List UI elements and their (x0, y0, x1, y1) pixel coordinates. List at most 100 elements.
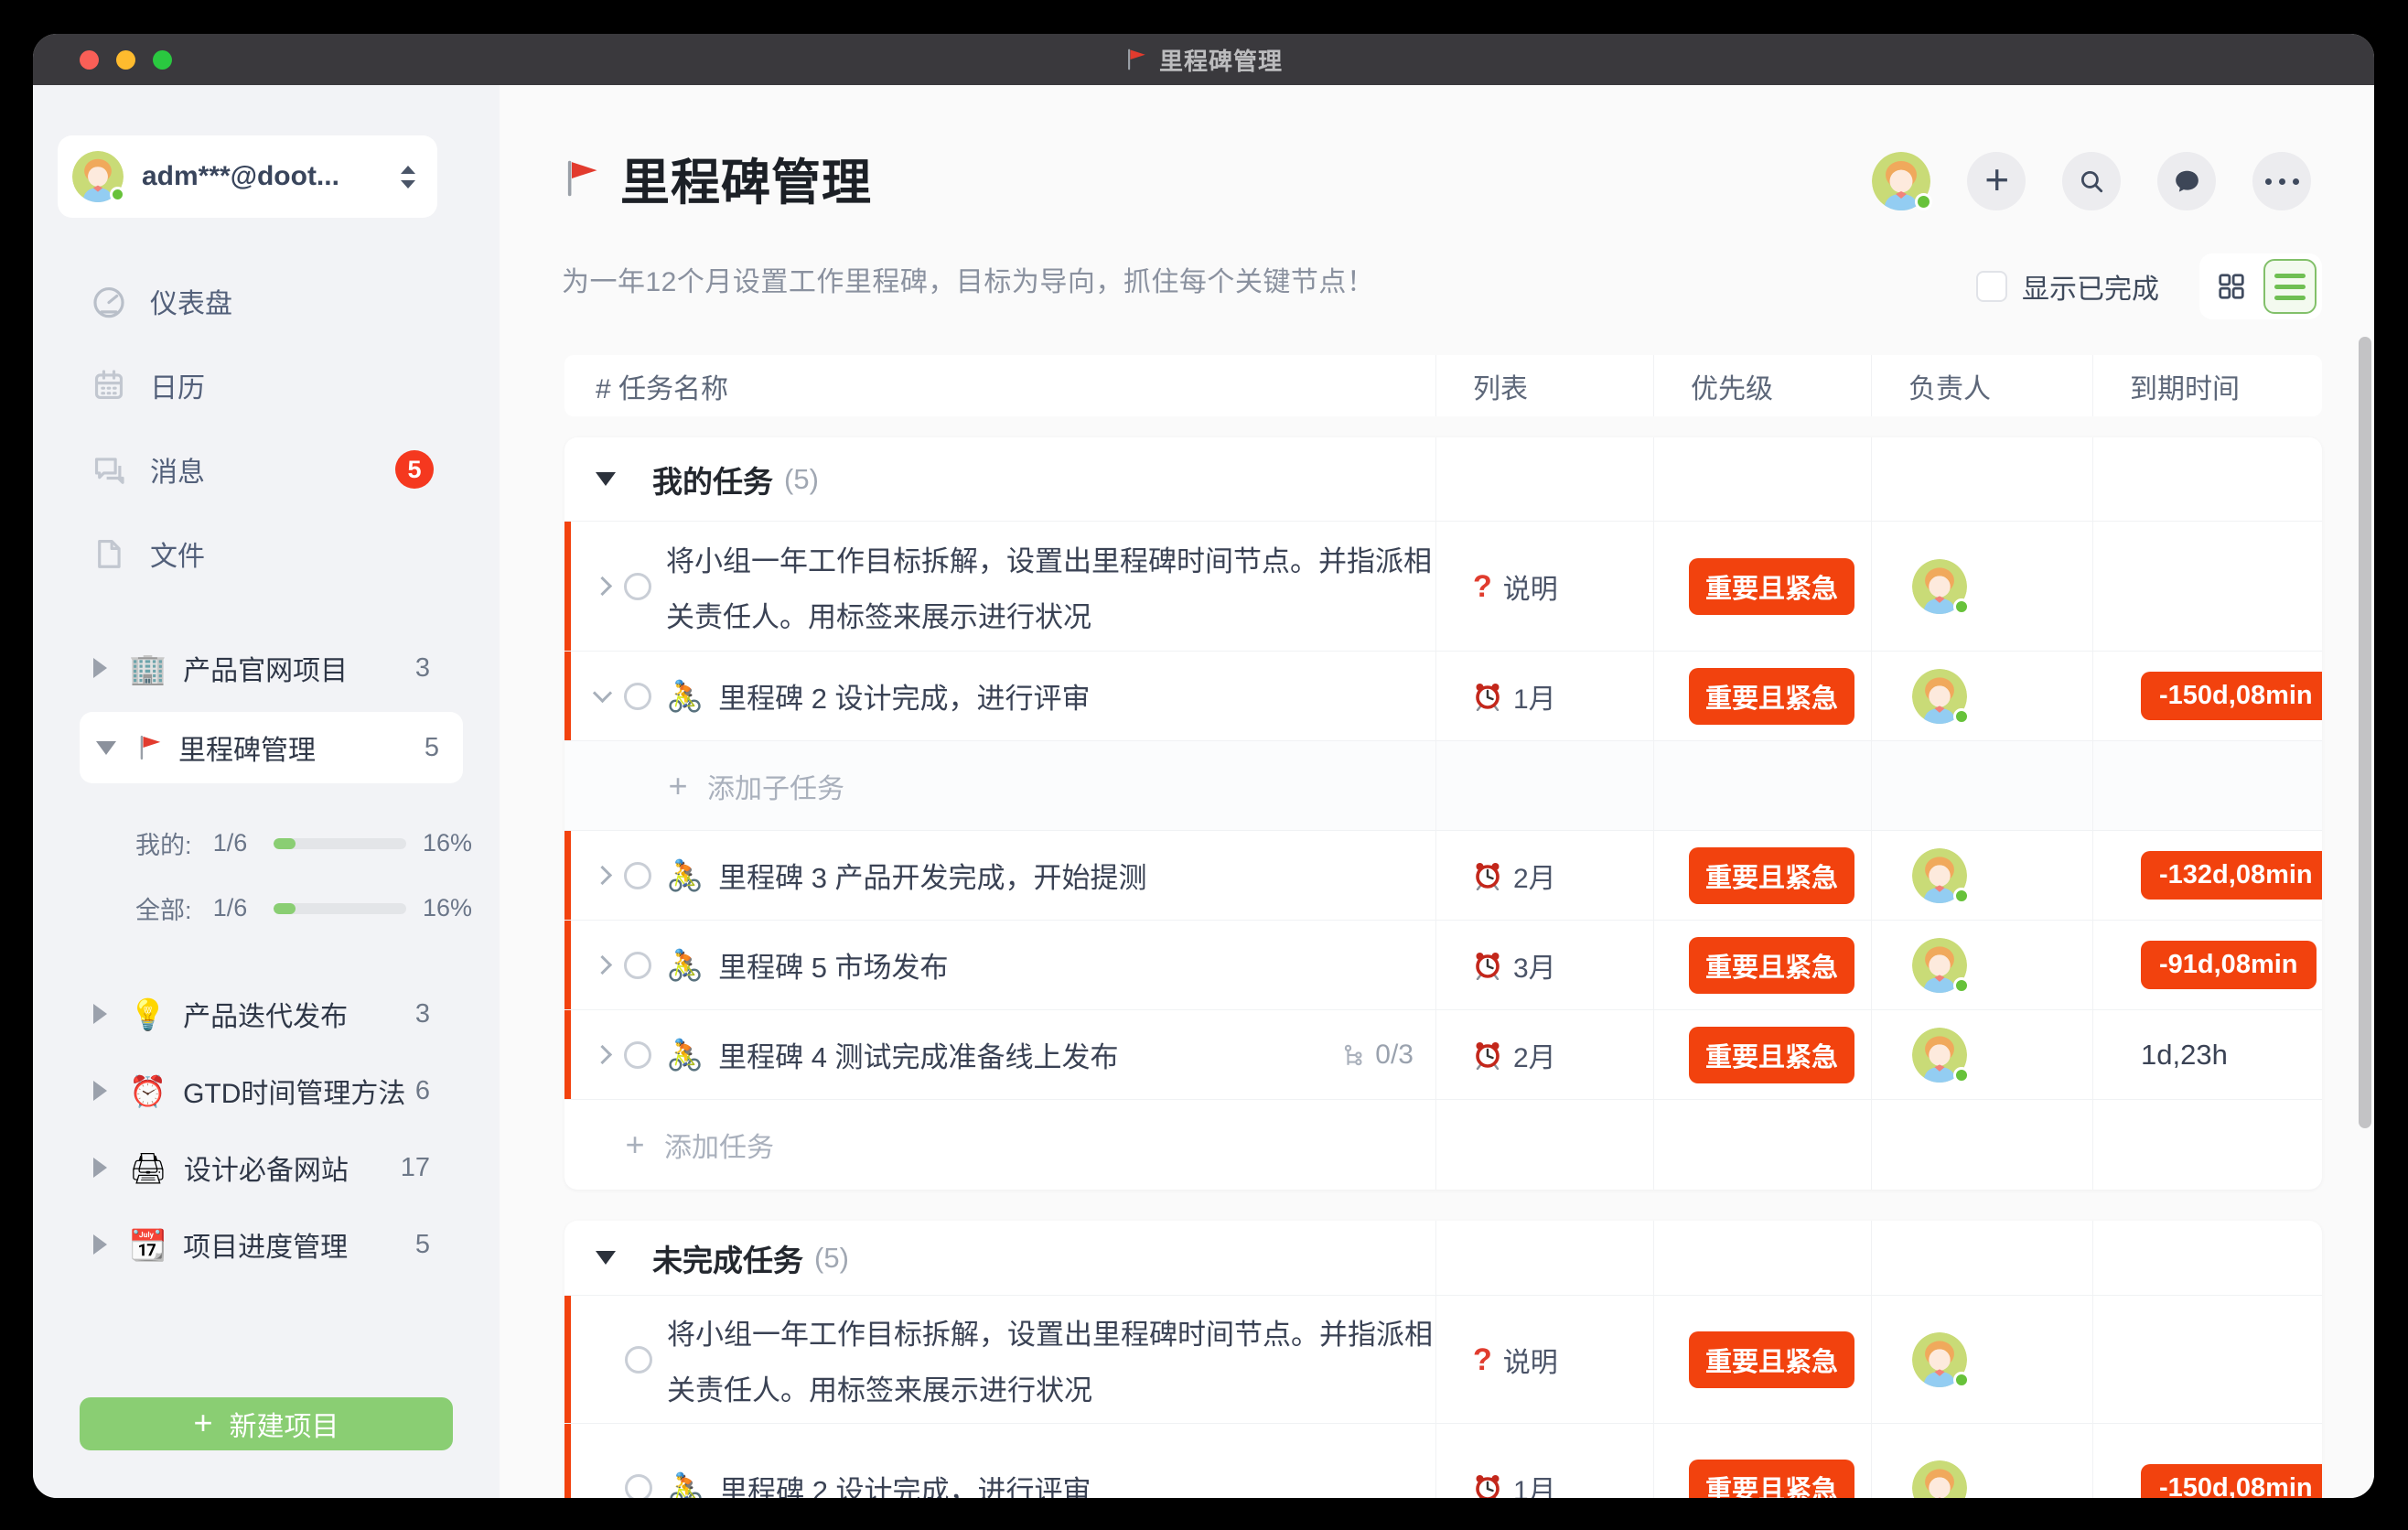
group-header-row[interactable]: 未完成任务 (5) (564, 1221, 2322, 1296)
collapse-group-icon[interactable] (596, 1251, 616, 1265)
collapse-group-icon[interactable] (596, 472, 616, 486)
chat-bubble-icon (2173, 167, 2200, 195)
cyclist-emoji-icon: 🚴 (666, 950, 704, 980)
show-completed-checkbox[interactable] (1976, 271, 2007, 302)
collapse-task-icon[interactable] (593, 684, 612, 703)
collapse-arrow-icon[interactable] (93, 1158, 107, 1178)
subtask-counter: 0/3 (1342, 1040, 1414, 1071)
expand-task-icon[interactable] (593, 866, 612, 885)
assignee-avatar (1912, 1028, 1967, 1083)
add-subtask-row[interactable]: 添加子任务 (564, 741, 2322, 831)
project-task-count: 3 (415, 999, 430, 1029)
online-dot (1953, 888, 1970, 904)
cyclist-emoji-icon: 🚴 (667, 1473, 704, 1499)
task-row[interactable]: 🚴 里程碑 5 市场发布 3月 重要且紧急 -91d,08min (564, 921, 2322, 1010)
window-title-text: 里程碑管理 (1159, 43, 1283, 77)
project-task-count: 3 (415, 653, 430, 684)
priority-badge: 重要且紧急 (1689, 668, 1854, 725)
complete-task-circle[interactable] (624, 1041, 651, 1069)
chat-button[interactable] (2157, 152, 2216, 210)
progress-bar (274, 838, 406, 849)
new-project-button[interactable]: 新建项目 (80, 1397, 453, 1450)
collapse-arrow-icon[interactable] (93, 1234, 107, 1255)
stat-ratio: 1/6 (213, 829, 267, 857)
expand-arrow-icon[interactable] (96, 741, 116, 755)
task-title-line: 将小组一年工作目标拆解，设置出里程碑时间节点。并指派相 (666, 538, 1432, 579)
close-window-button[interactable] (80, 50, 99, 70)
kanban-view-button[interactable] (2205, 259, 2258, 314)
stat-percent: 16% (423, 829, 472, 857)
sidebar-item-label: 日历 (150, 365, 434, 405)
search-icon (2078, 167, 2105, 195)
plus-icon (1984, 162, 2009, 200)
task-title-line: 关责任人。用标签来展示进行状况 (666, 594, 1432, 635)
sidebar-item-calendar[interactable]: 日历 (33, 343, 500, 427)
sidebar-project-design-sites[interactable]: 🖨 设计必备网站 17 (33, 1128, 500, 1207)
more-button[interactable] (2252, 152, 2311, 210)
task-row[interactable]: 将小组一年工作目标拆解，设置出里程碑时间节点。并指派相 关责任人。用标签来展示进… (564, 522, 2322, 652)
complete-task-circle[interactable] (624, 683, 651, 710)
sidebar-project-progress-mgmt[interactable]: 📆 项目进度管理 5 (33, 1205, 500, 1284)
group-header-row[interactable]: 我的任务 (5) (564, 437, 2322, 522)
view-toggle (2199, 253, 2322, 319)
alarm-emoji-icon: ⏰ (129, 1076, 167, 1106)
overdue-badge: -91d,08min (2141, 941, 2317, 989)
all-progress-row: 全部: 1/6 16% (33, 876, 500, 941)
sidebar-project-milestone-selected[interactable]: 里程碑管理 5 (80, 712, 463, 783)
add-subtask-label: 添加子任务 (707, 766, 844, 806)
online-dot (1953, 708, 1970, 725)
cyclist-emoji-icon: 🚴 (666, 681, 704, 711)
online-dot (1915, 193, 1932, 210)
add-button[interactable] (1967, 152, 2026, 210)
sidebar-project-website[interactable]: 🏢 产品官网项目 3 (33, 629, 500, 707)
zoom-window-button[interactable] (153, 50, 172, 70)
task-row[interactable]: 🚴 里程碑 2 设计完成，进行评审 1月 重要且紧急 -150d,08min (564, 1424, 2322, 1498)
minimize-window-button[interactable] (116, 50, 135, 70)
task-group-uncompleted: 未完成任务 (5) 将小组一年工作目标拆解，设置出里程碑时间节点。并指派相 关责… (564, 1221, 2322, 1498)
collapse-arrow-icon[interactable] (93, 1081, 107, 1101)
task-row[interactable]: 🚴 里程碑 4 测试完成准备线上发布 0/3 2月 重要且紧急 1d,23h (564, 1010, 2322, 1100)
new-project-label: 新建项目 (230, 1404, 339, 1444)
complete-task-circle[interactable] (624, 862, 651, 889)
list-view-button[interactable] (2263, 259, 2317, 314)
project-label: 产品迭代发布 (183, 994, 415, 1034)
question-icon: ? (1473, 571, 1492, 602)
complete-task-circle[interactable] (625, 1474, 652, 1498)
complete-task-circle[interactable] (624, 952, 651, 979)
sidebar: adm***@doot... 仪表盘 日历 消息 5 (33, 85, 500, 1498)
expand-task-icon[interactable] (593, 576, 612, 596)
stat-label: 我的: (135, 825, 208, 861)
task-title: 里程碑 4 测试完成准备线上发布 (718, 1034, 1118, 1075)
task-title: 里程碑 3 产品开发完成，开始提测 (718, 855, 1146, 896)
sidebar-project-gtd[interactable]: ⏰ GTD时间管理方法 6 (33, 1051, 500, 1130)
ellipsis-icon (2265, 178, 2299, 185)
column-header-priority: 优先级 (1654, 355, 1872, 416)
sidebar-item-dashboard[interactable]: 仪表盘 (33, 259, 500, 343)
header-actions (1872, 152, 2311, 210)
collapse-arrow-icon[interactable] (93, 658, 107, 678)
project-task-count: 5 (425, 733, 439, 763)
window-title: 里程碑管理 (1124, 43, 1283, 77)
task-row[interactable]: 🚴 里程碑 3 产品开发完成，开始提测 2月 重要且紧急 -132d,08min (564, 831, 2322, 921)
file-icon (91, 536, 126, 571)
sidebar-project-iteration[interactable]: 💡 产品迭代发布 3 (33, 975, 500, 1053)
task-row[interactable]: 🚴 里程碑 2 设计完成，进行评审 1月 重要且紧急 -150d,08min (564, 652, 2322, 741)
sidebar-item-messages[interactable]: 消息 5 (33, 427, 500, 512)
account-switcher[interactable]: adm***@doot... (58, 135, 437, 218)
printer-emoji-icon: 🖨 (129, 1153, 167, 1183)
sidebar-item-files[interactable]: 文件 (33, 512, 500, 596)
search-button[interactable] (2062, 152, 2121, 210)
vertical-scrollbar[interactable] (2359, 337, 2371, 1128)
chevron-up-down-icon (401, 166, 415, 189)
complete-task-circle[interactable] (625, 1346, 652, 1374)
expand-task-icon[interactable] (593, 1045, 612, 1064)
expand-task-icon[interactable] (593, 955, 612, 975)
add-task-row[interactable]: 添加任务 (564, 1100, 2322, 1190)
project-label: 产品官网项目 (183, 648, 415, 688)
task-row[interactable]: 将小组一年工作目标拆解，设置出里程碑时间节点。并指派相 关责任人。用标签来展示进… (564, 1296, 2322, 1424)
collapse-arrow-icon[interactable] (93, 1004, 107, 1024)
user-avatar[interactable] (1872, 152, 1930, 210)
red-flag-icon (136, 734, 164, 761)
complete-task-circle[interactable] (624, 573, 651, 600)
overdue-badge: -150d,08min (2141, 1464, 2322, 1499)
